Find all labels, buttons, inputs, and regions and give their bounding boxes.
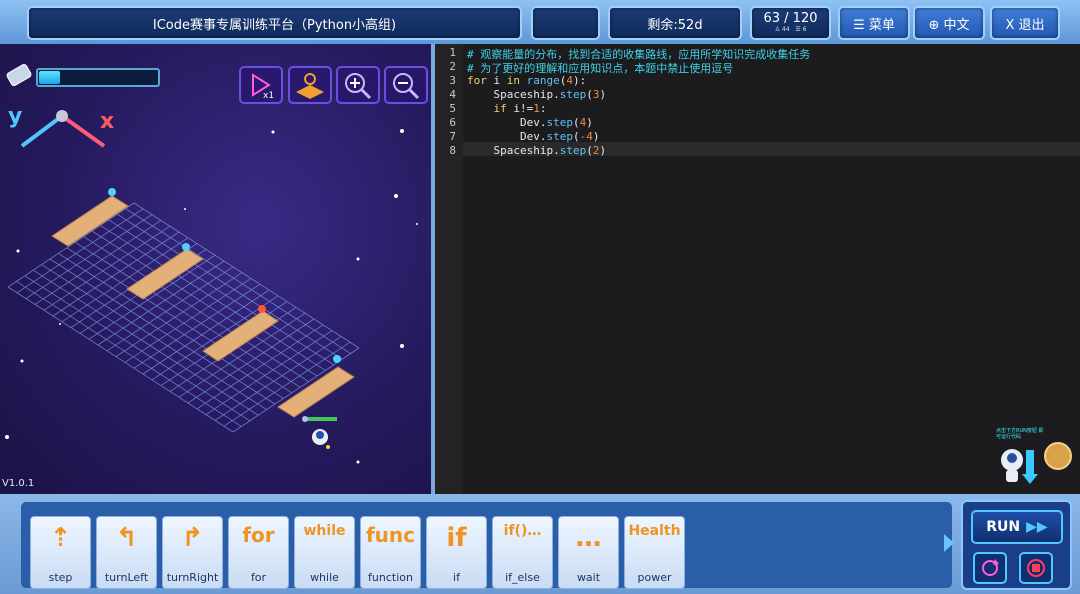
run-hint: 点击下方RUN按钮 即可运行代码: [996, 428, 1044, 440]
block-palette: ⇡ step ↰ turnLeft ↱ turnRight for for while while…: [21, 502, 952, 589]
blank-panel: [531, 6, 600, 40]
battery-icon: [6, 64, 32, 86]
function-icon: func: [365, 523, 416, 547]
block-label: if: [453, 571, 460, 584]
block-power[interactable]: Health power: [624, 516, 685, 589]
stars: [5, 129, 418, 464]
power-icon: Health: [628, 523, 681, 539]
block-label: turnLeft: [104, 571, 149, 584]
wait-icon: …: [575, 523, 602, 553]
score-panel: 63 / 120 ♙ 44 ☰ 6: [750, 6, 831, 40]
zoom-in-icon: [345, 73, 372, 100]
code-line[interactable]: Spaceship.step(3): [467, 88, 606, 101]
block-if[interactable]: if if: [426, 516, 487, 589]
code-line[interactable]: for i in range(4):: [467, 74, 586, 87]
zoom-out-icon: [393, 73, 420, 100]
block-label: if_else: [505, 571, 540, 584]
line-number: 2: [449, 60, 456, 73]
top-bar: ICode赛事专属训练平台（Python小高组) 剩余:52d 63 / 120…: [0, 0, 1080, 44]
version-label: V1.0.1: [2, 478, 35, 489]
bell-icon[interactable]: [1044, 442, 1072, 470]
code-line[interactable]: Spaceship.step(2): [467, 144, 606, 157]
line-number: 4: [449, 88, 456, 101]
line-number: 7: [449, 130, 456, 143]
line-gutter: 12345678: [435, 44, 463, 494]
block-label: turnRight: [166, 571, 219, 584]
line-number: 3: [449, 74, 456, 87]
block-function[interactable]: func function: [360, 516, 421, 589]
map-icon: [296, 73, 324, 99]
block-label: for: [250, 571, 267, 584]
line-number: 5: [449, 102, 456, 115]
remaining-days: 剩余:52d: [608, 6, 742, 40]
reset-button[interactable]: [973, 552, 1007, 584]
block-for[interactable]: for for: [228, 516, 289, 589]
if-icon: if: [446, 523, 467, 553]
block-label: while: [310, 571, 339, 584]
score-detail-a: 44: [781, 26, 790, 33]
block-label: step: [48, 571, 73, 584]
zoom-in-button[interactable]: [336, 66, 380, 104]
while-icon: while: [303, 523, 346, 539]
stop-icon: [1027, 559, 1045, 577]
axis-indicator: y x: [8, 104, 114, 148]
bottom-panel: ⇡ step ↰ turnLeft ↱ turnRight for for while while…: [0, 494, 1080, 594]
run-button[interactable]: RUN ▶▶: [971, 510, 1063, 544]
axis-y-label: y: [8, 104, 22, 129]
language-button[interactable]: ⊕ 中文: [913, 6, 985, 40]
game-scene: y x: [5, 64, 418, 464]
block-wait[interactable]: … wait: [558, 516, 619, 589]
run-panel: RUN ▶▶: [961, 500, 1072, 590]
game-canvas[interactable]: y x x1 V1.0.1: [0, 44, 431, 494]
turnRight-icon: ↱: [181, 523, 204, 553]
run-label: RUN: [986, 519, 1021, 535]
robot-mascot-icon: [1001, 449, 1038, 484]
play-speed-button[interactable]: x1: [239, 66, 283, 104]
step-icon: ⇡: [49, 523, 72, 553]
palette-scroll-right-icon[interactable]: [944, 534, 954, 552]
energy-bar: [36, 68, 160, 87]
block-turnRight[interactable]: ↱ turnRight: [162, 516, 223, 589]
line-number: 8: [449, 144, 456, 157]
menu-button[interactable]: ☰ 菜单: [838, 6, 910, 40]
block-label: power: [637, 571, 672, 584]
score-detail: ♙ 44 ☰ 6: [775, 26, 807, 34]
score-detail-a-icon: ♙: [774, 26, 780, 33]
if-else-icon: if()…: [503, 523, 542, 539]
code-line[interactable]: if i!=1:: [467, 102, 547, 115]
turnLeft-icon: ↰: [115, 523, 138, 553]
block-if-else[interactable]: if()… if_else: [492, 516, 553, 589]
block-turnLeft[interactable]: ↰ turnLeft: [96, 516, 157, 589]
block-while[interactable]: while while: [294, 516, 355, 589]
exit-button[interactable]: X 退出: [990, 6, 1060, 40]
energy-bar-fill: [39, 71, 60, 84]
map-button[interactable]: [288, 66, 332, 104]
for-icon: for: [242, 523, 275, 547]
code-line[interactable]: Dev.step(4): [467, 116, 593, 129]
line-number: 1: [449, 46, 456, 59]
svg-text:x1: x1: [263, 91, 274, 101]
score-detail-b-icon: ☰: [795, 26, 801, 33]
axis-x-label: x: [100, 109, 114, 134]
code-line[interactable]: Dev.step(-4): [467, 130, 600, 143]
reset-icon: [982, 559, 999, 576]
block-step[interactable]: ⇡ step: [30, 516, 91, 589]
stop-button[interactable]: [1019, 552, 1053, 584]
score-detail-b: 6: [802, 26, 807, 33]
fast-forward-icon: ▶▶: [1026, 519, 1048, 535]
zoom-out-button[interactable]: [384, 66, 428, 104]
block-label: wait: [576, 571, 601, 584]
line-number: 6: [449, 116, 456, 129]
planks: [51, 195, 355, 418]
robot-icon: [302, 416, 337, 449]
block-label: function: [368, 571, 413, 584]
code-editor[interactable]: 12345678 # 观察能量的分布，找到合适的收集路线，应用所学知识完成收集任…: [435, 44, 1080, 494]
platform-title: ICode赛事专属训练平台（Python小高组): [27, 6, 522, 40]
play-speed-icon: x1: [252, 73, 274, 101]
score-text: 63 / 120: [763, 11, 818, 26]
